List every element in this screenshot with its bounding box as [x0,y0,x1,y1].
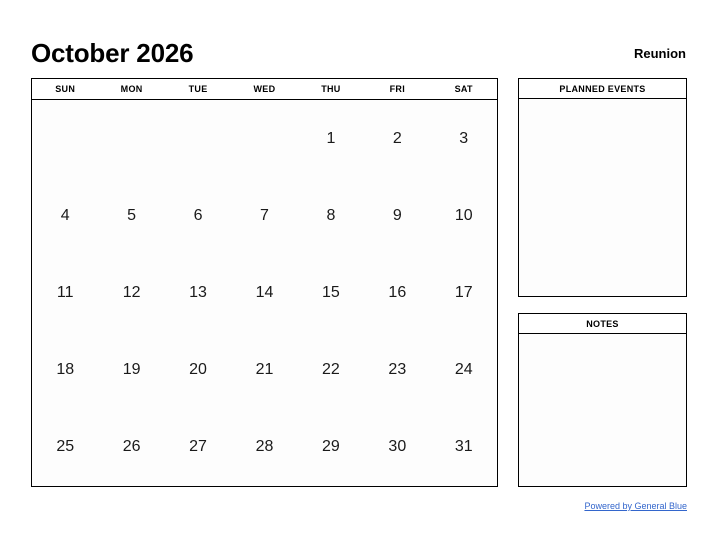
calendar-week-row: 18 19 20 21 22 23 24 [32,332,497,409]
day-cell[interactable]: 18 [32,332,98,409]
planned-events-panel: PLANNED EVENTS [518,78,687,297]
day-cell[interactable]: 25 [32,409,98,486]
calendar-week-row: 11 12 13 14 15 16 17 [32,254,497,331]
day-cell[interactable]: 16 [364,254,430,331]
weekday-header-row: SUN MON TUE WED THU FRI SAT [32,79,497,100]
day-cell[interactable]: 26 [98,409,164,486]
day-cell[interactable]: 13 [165,254,231,331]
day-cell[interactable]: 5 [98,177,164,254]
calendar-grid: SUN MON TUE WED THU FRI SAT 1 2 3 4 5 6 [31,78,498,487]
weekday-header-wed: WED [253,84,276,94]
day-cell[interactable]: 7 [231,177,297,254]
location-label: Reunion [634,46,686,61]
weekday-header-thu: THU [321,84,341,94]
calendar-week-row: 4 5 6 7 8 9 10 [32,177,497,254]
day-cell[interactable]: 29 [298,409,364,486]
calendar-week-row: 25 26 27 28 29 30 31 [32,409,497,486]
day-cell[interactable]: 14 [231,254,297,331]
day-cell[interactable]: 11 [32,254,98,331]
planned-events-body[interactable] [519,99,686,296]
page-title: October 2026 [31,38,194,68]
day-cell[interactable] [32,100,98,177]
notes-panel: NOTES [518,313,687,487]
calendar-weeks: 1 2 3 4 5 6 7 8 9 10 11 12 13 14 15 16 1… [32,100,497,486]
day-cell[interactable]: 6 [165,177,231,254]
day-cell[interactable]: 12 [98,254,164,331]
day-cell[interactable]: 30 [364,409,430,486]
powered-by-link[interactable]: Powered by General Blue [584,501,687,511]
day-cell[interactable] [231,100,297,177]
planned-events-title: PLANNED EVENTS [519,79,686,99]
day-cell[interactable]: 20 [165,332,231,409]
weekday-header-fri: FRI [389,84,406,94]
weekday-header-tue: TUE [188,84,208,94]
weekday-header-sun: SUN [55,84,76,94]
day-cell[interactable]: 3 [431,100,497,177]
day-cell[interactable]: 2 [364,100,430,177]
calendar-page: October 2026 Reunion SUN MON TUE WED THU… [0,0,712,550]
notes-body[interactable] [519,334,686,486]
day-cell[interactable]: 17 [431,254,497,331]
day-cell[interactable]: 15 [298,254,364,331]
day-cell[interactable]: 27 [165,409,231,486]
day-cell[interactable] [98,100,164,177]
day-cell[interactable]: 24 [431,332,497,409]
day-cell[interactable]: 10 [431,177,497,254]
day-cell[interactable]: 8 [298,177,364,254]
day-cell[interactable]: 28 [231,409,297,486]
day-cell[interactable]: 1 [298,100,364,177]
day-cell[interactable]: 4 [32,177,98,254]
weekday-header-sat: SAT [454,84,473,94]
day-cell[interactable]: 31 [431,409,497,486]
day-cell[interactable]: 19 [98,332,164,409]
calendar-week-row: 1 2 3 [32,100,497,177]
page-header: October 2026 Reunion [31,32,687,68]
weekday-header-mon: MON [120,84,143,94]
day-cell[interactable]: 9 [364,177,430,254]
day-cell[interactable]: 21 [231,332,297,409]
notes-title: NOTES [519,314,686,334]
footer: Powered by General Blue [518,496,687,514]
day-cell[interactable]: 23 [364,332,430,409]
day-cell[interactable] [165,100,231,177]
day-cell[interactable]: 22 [298,332,364,409]
